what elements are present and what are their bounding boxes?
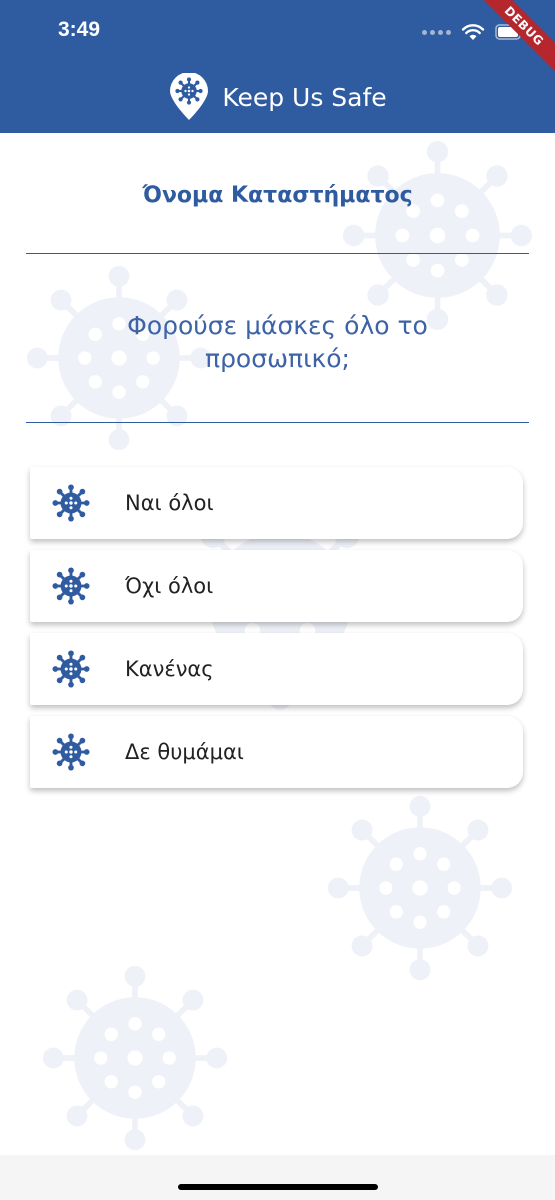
virus-icon [52, 650, 90, 688]
title-row: Keep Us Safe [0, 72, 555, 122]
store-name: Όνομα Καταστήματος [142, 183, 413, 208]
divider [26, 253, 529, 254]
option-label: Ναι όλοι [125, 491, 214, 515]
divider [26, 422, 529, 423]
option-not-all[interactable]: Όχι όλοι [30, 550, 523, 622]
background-virus-icon [325, 793, 515, 983]
option-none[interactable]: Κανένας [30, 633, 523, 705]
virus-location-pin-icon [170, 73, 209, 120]
option-label: Κανένας [125, 657, 214, 681]
option-dont-remember[interactable]: Δε θυμάμαι [30, 716, 523, 788]
virus-icon [52, 484, 90, 522]
virus-icon [52, 733, 90, 771]
status-time: 3:49 [58, 18, 101, 41]
app-bar: 3:49 DEBUG Keep Us Safe [0, 0, 555, 133]
background-virus-icon [340, 138, 535, 333]
question-screen: Όνομα Καταστήματος Φορούσε μάσκες όλο το… [0, 133, 555, 1155]
option-label: Δε θυμάμαι [125, 740, 244, 764]
option-all-yes[interactable]: Ναι όλοι [30, 467, 523, 539]
signal-icon [422, 29, 451, 35]
app-title: Keep Us Safe [222, 82, 387, 112]
background-virus-icon [40, 963, 230, 1153]
option-label: Όχι όλοι [125, 574, 214, 598]
question-text: Φορούσε μάσκες όλο το προσωπικό; [127, 311, 428, 373]
wifi-icon [461, 24, 485, 40]
bottom-safe-area [0, 1155, 555, 1200]
virus-icon [52, 567, 90, 605]
home-indicator[interactable] [178, 1184, 378, 1190]
